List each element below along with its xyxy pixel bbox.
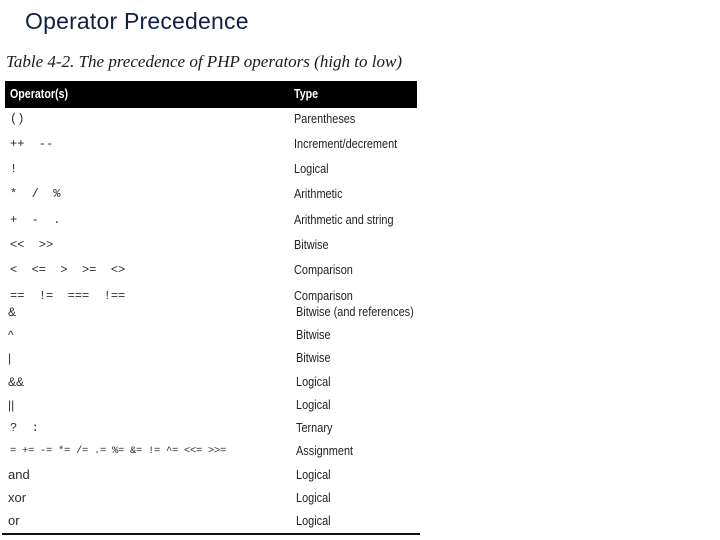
type-cell: Logical — [296, 397, 331, 412]
type-cell: Bitwise — [296, 327, 331, 342]
type-cell: Logical — [296, 490, 331, 505]
table-row: or Logical — [0, 511, 420, 531]
type-cell: Logical — [294, 161, 329, 176]
operator-cell: < <= > >= <> — [10, 263, 126, 277]
table-row: ++ -- Increment/decrement — [0, 134, 420, 154]
operator-cell: ! — [10, 162, 18, 176]
table-header: Operator(s) Type — [5, 81, 417, 108]
operator-cell: | — [8, 351, 12, 365]
table-row: = += -= *= /= .= %= &= != ^= <<= >>= Ass… — [0, 441, 420, 461]
operator-cell: || — [8, 398, 15, 412]
type-cell: Logical — [296, 467, 331, 482]
operator-cell: ? : — [10, 421, 39, 435]
slide-title: Operator Precedence — [25, 8, 249, 34]
type-cell: Arithmetic — [294, 186, 343, 201]
operator-cell: and — [8, 467, 30, 482]
table-row: xor Logical — [0, 488, 420, 508]
operator-cell: & — [8, 305, 17, 319]
operator-cell: * / % — [10, 187, 61, 201]
type-cell: Comparison — [294, 262, 353, 277]
type-cell: Increment/decrement — [294, 136, 398, 151]
table-row: + - . Arithmetic and string — [0, 210, 420, 230]
table-row: << >> Bitwise — [0, 235, 420, 255]
type-cell: Parentheses — [294, 111, 356, 126]
operator-cell: ++ -- — [10, 137, 54, 151]
table-row: ? : Ternary — [0, 418, 420, 438]
operator-cell: << >> — [10, 238, 54, 252]
type-cell: Logical — [296, 513, 331, 528]
type-cell: Bitwise — [294, 237, 329, 252]
operator-cell: or — [8, 513, 20, 528]
table-row: | Bitwise — [0, 348, 420, 368]
operator-cell: + - . — [10, 213, 61, 227]
operator-cell: () — [10, 112, 25, 126]
table-row: and Logical — [0, 465, 420, 485]
table-row: || Logical — [0, 395, 420, 415]
type-cell: Logical — [296, 374, 331, 389]
column-header-operators: Operator(s) — [10, 86, 69, 101]
table-bottom-rule — [2, 533, 420, 535]
table-row: * / % Arithmetic — [0, 184, 420, 204]
type-cell: Bitwise (and references) — [296, 304, 414, 319]
table-row: && Logical — [0, 372, 420, 392]
column-header-type: Type — [294, 86, 319, 101]
table-row: ! Logical — [0, 159, 420, 179]
table-row: ^ Bitwise — [0, 325, 420, 345]
table-row: () Parentheses — [0, 109, 420, 129]
operator-cell: && — [8, 375, 25, 389]
operator-cell: = += -= *= /= .= %= &= != ^= <<= >>= — [10, 445, 227, 457]
type-cell: Assignment — [296, 443, 354, 458]
table-row: & Bitwise (and references) — [0, 302, 420, 322]
type-cell: Arithmetic and string — [294, 212, 394, 227]
operator-cell: xor — [8, 490, 27, 505]
type-cell: Ternary — [296, 420, 333, 435]
type-cell: Bitwise — [296, 350, 331, 365]
table-caption: Table 4-2. The precedence of PHP operato… — [6, 52, 402, 71]
operator-cell: ^ — [8, 328, 14, 342]
table-row: < <= > >= <> Comparison — [0, 260, 420, 280]
